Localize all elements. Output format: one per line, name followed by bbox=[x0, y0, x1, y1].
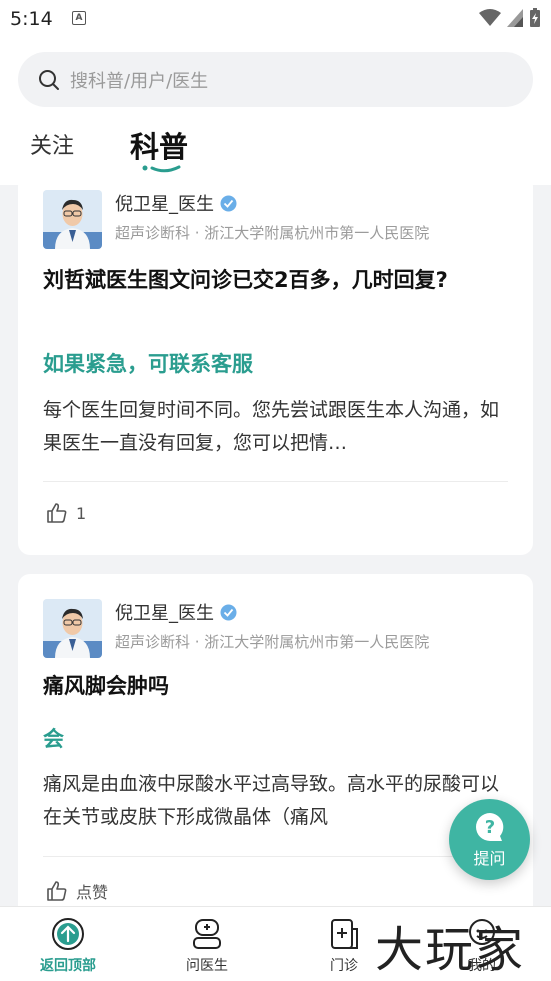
watermark-logo: 大玩家 bbox=[375, 922, 526, 978]
ask-question-button[interactable]: ? 提问 bbox=[449, 799, 530, 880]
status-icons bbox=[479, 8, 541, 28]
card-divider bbox=[43, 856, 508, 857]
header: 搜科普/用户/医生 关注 科普 bbox=[0, 40, 551, 185]
nav-ask-doctor[interactable]: 问医生 bbox=[157, 917, 257, 975]
author-department: 超声诊断科 · 浙江大学附属杭州市第一人民医院 bbox=[115, 633, 430, 651]
answer-body[interactable]: 每个医生回复时间不同。您先尝试跟医生本人沟通，如果医生一直没有回复，您可以把情… bbox=[43, 394, 503, 460]
answer-body[interactable]: 痛风是由血液中尿酸水平过高导致。高水平的尿酸可以在关节或皮肤下形成微晶体（痛风 bbox=[43, 768, 503, 834]
nav-label: 返回顶部 bbox=[40, 958, 96, 974]
like-label: 点赞 bbox=[76, 883, 109, 902]
active-tab-indicator bbox=[142, 165, 181, 173]
status-time: 5:14 bbox=[10, 8, 53, 30]
doctor-avatar[interactable] bbox=[43, 190, 102, 249]
search-placeholder: 搜科普/用户/医生 bbox=[70, 70, 209, 92]
author-department: 超声诊断科 · 浙江大学附属杭州市第一人民医院 bbox=[115, 224, 430, 242]
doctor-icon bbox=[193, 919, 221, 949]
like-button[interactable]: 点赞 bbox=[46, 879, 108, 903]
author-name: 倪卫星_医生 bbox=[115, 194, 214, 215]
answer-headline: 会 bbox=[43, 727, 64, 751]
status-bar: 5:14 A bbox=[0, 0, 551, 40]
nav-label: 门诊 bbox=[330, 958, 358, 974]
feed: 倪卫星_医生 超声诊断科 · 浙江大学附属杭州市第一人民医院 刘哲斌医生图文问诊… bbox=[0, 185, 551, 906]
verified-icon bbox=[220, 604, 237, 620]
notification-icon: A bbox=[72, 11, 86, 25]
doctor-avatar[interactable] bbox=[43, 599, 102, 658]
search-icon bbox=[39, 69, 59, 90]
question-bubble-icon: ? bbox=[475, 812, 503, 841]
author-block[interactable]: 倪卫星_医生 超声诊断科 · 浙江大学附属杭州市第一人民医院 bbox=[43, 599, 429, 658]
thumbs-up-icon bbox=[47, 503, 67, 523]
qa-card[interactable]: 倪卫星_医生 超声诊断科 · 浙江大学附属杭州市第一人民医院 刘哲斌医生图文问诊… bbox=[18, 185, 533, 555]
like-button[interactable]: 1 bbox=[46, 502, 86, 524]
verified-icon bbox=[220, 195, 237, 211]
battery-icon bbox=[530, 8, 540, 27]
search-bar[interactable]: 搜科普/用户/医生 bbox=[18, 52, 533, 107]
question-title[interactable]: 痛风脚会肿吗 bbox=[43, 667, 513, 705]
card-divider bbox=[43, 481, 508, 482]
ask-question-label: 提问 bbox=[473, 848, 506, 868]
author-block[interactable]: 倪卫星_医生 超声诊断科 · 浙江大学附属杭州市第一人民医院 bbox=[43, 190, 429, 249]
question-title[interactable]: 刘哲斌医生图文问诊已交2百多，几时回复? bbox=[43, 261, 513, 299]
tab-science[interactable]: 科普 bbox=[130, 124, 188, 166]
wifi-icon bbox=[479, 9, 501, 26]
nav-label: 问医生 bbox=[186, 958, 228, 974]
signal-icon bbox=[507, 9, 523, 27]
nav-back-to-top[interactable]: 返回顶部 bbox=[18, 917, 118, 975]
back-to-top-icon bbox=[52, 918, 84, 950]
author-name: 倪卫星_医生 bbox=[115, 603, 214, 624]
svg-text:?: ? bbox=[484, 817, 494, 838]
thumbs-up-icon bbox=[47, 881, 67, 901]
tab-follow[interactable]: 关注 bbox=[30, 128, 74, 160]
answer-headline: 如果紧急，可联系客服 bbox=[43, 352, 253, 376]
clinic-icon bbox=[331, 919, 358, 949]
like-count: 1 bbox=[76, 503, 87, 523]
